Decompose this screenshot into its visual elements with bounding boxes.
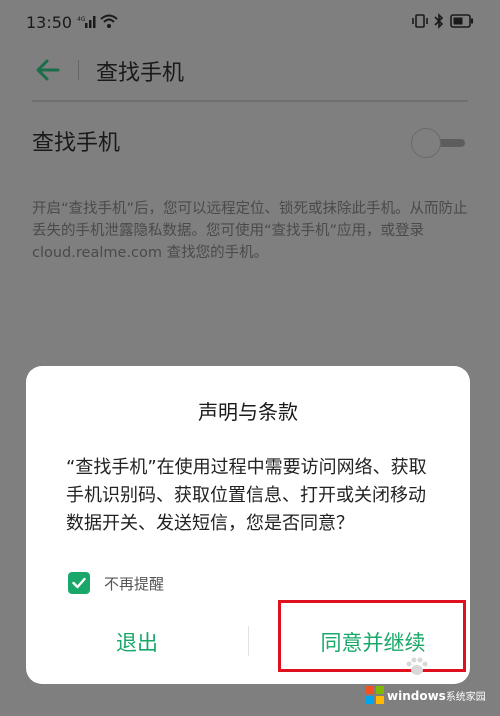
- find-phone-toggle[interactable]: [411, 128, 465, 158]
- header-divider: [78, 60, 79, 80]
- setting-description: 开启“查找手机”后，您可以远程定位、锁死或抹除此手机。从而防止丢失的手机泄露隐私…: [32, 201, 468, 261]
- terms-dialog: 声明与条款 “查找手机”在使用过程中需要访问网络、获取手机识别码、获取位置信息、…: [26, 366, 470, 684]
- svg-text:4G: 4G: [77, 16, 86, 23]
- back-arrow-icon[interactable]: [34, 56, 62, 84]
- dont-remind-row[interactable]: 不再提醒: [68, 572, 164, 594]
- check-icon: [72, 577, 86, 589]
- paw-watermark-icon: [406, 657, 428, 675]
- dont-remind-checkbox[interactable]: [68, 572, 90, 594]
- signal-icon: 4G: [77, 16, 96, 28]
- status-time: 13:50: [26, 13, 73, 32]
- site-watermark: windows系统家园: [366, 686, 486, 704]
- windows-logo-icon: [366, 686, 384, 704]
- screen: 13:50 4G 查找手机 查找手机 开启“查找手机”后，您可以远程定位、锁死或…: [0, 0, 500, 716]
- exit-button[interactable]: 退出: [26, 612, 248, 672]
- dialog-title: 声明与条款: [198, 400, 298, 424]
- battery-icon: [450, 14, 473, 28]
- actions-divider: [248, 626, 249, 656]
- page-title: 查找手机: [96, 61, 185, 86]
- dialog-body: “查找手机”在使用过程中需要访问网络、获取手机识别码、获取位置信息、打开或关闭移…: [66, 457, 427, 534]
- highlight-box: [278, 600, 466, 672]
- watermark-suffix: 系统家园: [445, 691, 486, 703]
- wifi-icon: [100, 14, 118, 28]
- vibrate-icon: [412, 14, 428, 28]
- header-divider-line: [32, 100, 468, 102]
- dont-remind-label: 不再提醒: [104, 574, 165, 593]
- app-header: 查找手机: [0, 46, 500, 94]
- watermark-brand: windows: [387, 688, 446, 703]
- find-phone-setting-label: 查找手机: [32, 131, 121, 156]
- status-bar: 13:50 4G: [0, 0, 500, 44]
- bluetooth-icon: [434, 13, 444, 29]
